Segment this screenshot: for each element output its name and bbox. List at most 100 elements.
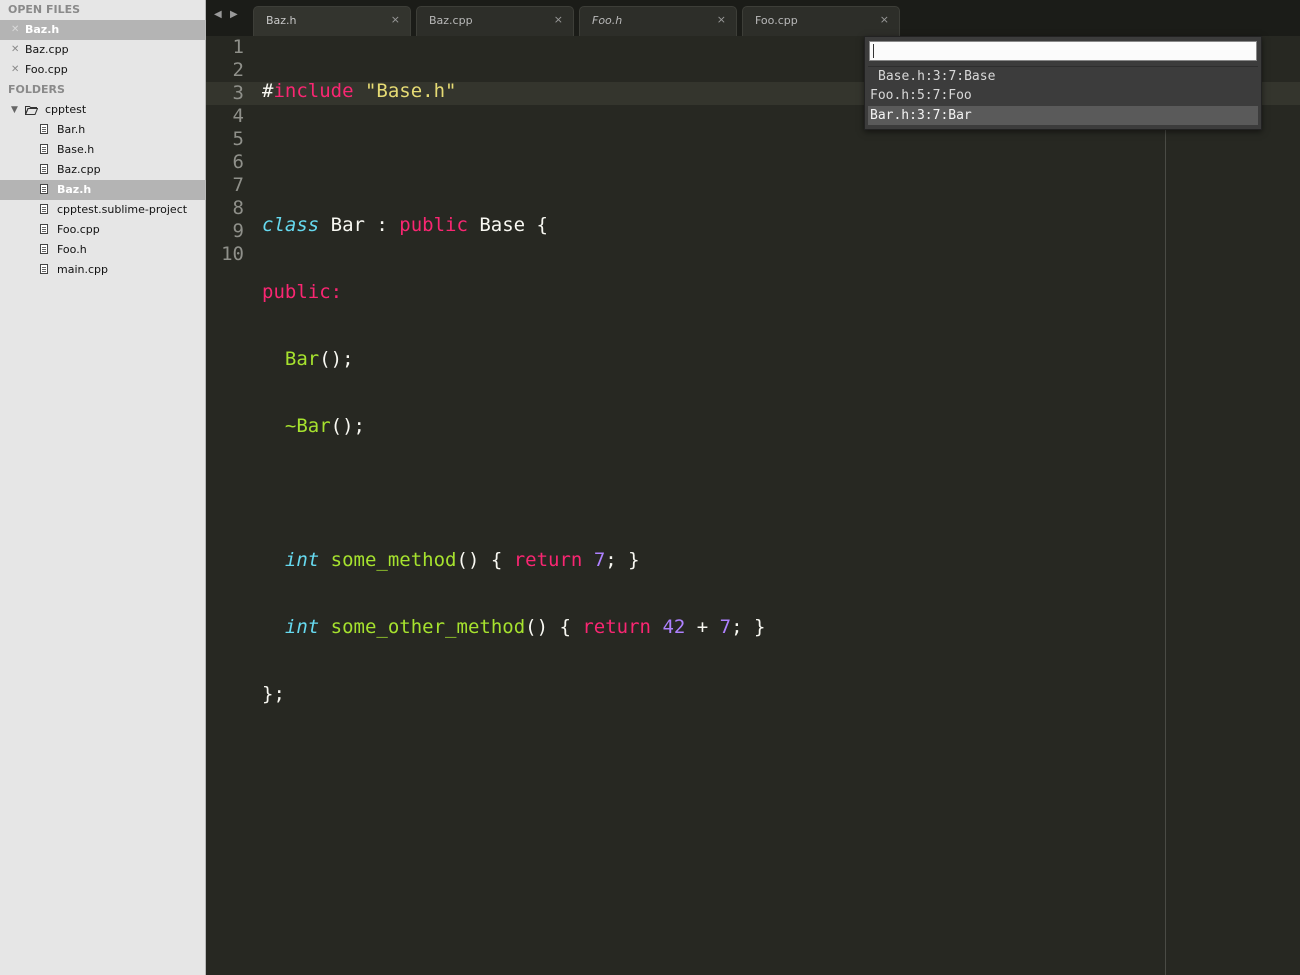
- line-number-gutter: 1 2 3 4 5 6 7 8 9 10: [206, 36, 250, 266]
- token-storage: int: [284, 549, 320, 571]
- code-line-6: ~Bar();: [262, 415, 765, 438]
- line-number: 8: [232, 197, 244, 219]
- open-file-label: Foo.cpp: [25, 63, 68, 76]
- file-icon: [40, 244, 48, 254]
- goto-symbol-result[interactable]: Foo.h:5:7:Foo: [868, 86, 1258, 105]
- token: ();: [319, 348, 354, 370]
- token-keyword: public: [399, 214, 468, 236]
- open-file-foo-cpp[interactable]: ✕ Foo.cpp: [0, 60, 205, 80]
- folder-file-baz-cpp[interactable]: Baz.cpp: [0, 160, 205, 180]
- file-label: cpptest.sublime-project: [57, 203, 188, 216]
- line-number: 2: [232, 59, 244, 81]
- folder-file-main-cpp[interactable]: main.cpp: [0, 260, 205, 280]
- line-number: 6: [232, 151, 244, 173]
- tab-foo-h[interactable]: Foo.h ×: [579, 6, 737, 36]
- code-editor[interactable]: 1 2 3 4 5 6 7 8 9 10 #include "Base.h" c…: [206, 36, 1300, 975]
- open-file-baz-cpp[interactable]: ✕ Baz.cpp: [0, 40, 205, 60]
- code-line-3: class Bar : public Base {: [262, 214, 765, 237]
- tab-foo-cpp[interactable]: Foo.cpp ×: [742, 6, 900, 36]
- token-function: ~Bar: [284, 415, 331, 437]
- tab-close-icon[interactable]: ×: [554, 13, 563, 26]
- folder-file-foo-cpp[interactable]: Foo.cpp: [0, 220, 205, 240]
- code-line-10: };: [262, 683, 765, 706]
- token: ; }: [731, 616, 766, 638]
- code-line-5: Bar();: [262, 348, 765, 371]
- close-file-icon[interactable]: ✕: [11, 40, 19, 60]
- token: };: [262, 683, 285, 705]
- tab-bar: ◀ ▶ Baz.h × Baz.cpp × Foo.h × Foo.cpp ×: [206, 0, 1300, 37]
- file-icon: [40, 164, 48, 174]
- disclosure-triangle-icon[interactable]: ▼: [11, 100, 18, 120]
- token-function: Bar: [284, 348, 320, 370]
- token-string: "Base.h": [364, 80, 457, 102]
- token: ; }: [605, 549, 640, 571]
- nav-back-icon[interactable]: ◀: [214, 9, 222, 20]
- token: () {: [456, 549, 514, 571]
- token: #: [262, 80, 274, 102]
- token-number: 7: [719, 616, 732, 638]
- open-file-baz-h[interactable]: ✕ Baz.h: [0, 20, 205, 40]
- goto-symbol-input[interactable]: [869, 41, 1257, 61]
- open-file-label: Baz.cpp: [25, 43, 69, 56]
- tab-label: Foo.h: [592, 14, 623, 27]
- sidebar: OPEN FILES ✕ Baz.h ✕ Baz.cpp ✕ Foo.cpp F…: [0, 0, 206, 975]
- folder-file-cpptest-sublime-project[interactable]: cpptest.sublime-project: [0, 200, 205, 220]
- token: ();: [330, 415, 365, 437]
- file-icon: [40, 144, 48, 154]
- token-number: 7: [593, 549, 606, 571]
- token: +: [685, 616, 720, 638]
- nav-forward-icon[interactable]: ▶: [230, 9, 238, 20]
- folder-file-base-h[interactable]: Base.h: [0, 140, 205, 160]
- folder-cpptest[interactable]: ▼ cpptest: [0, 100, 205, 120]
- token-function: some_method: [330, 549, 457, 571]
- tab-close-icon[interactable]: ×: [717, 13, 726, 26]
- file-icon: [40, 204, 48, 214]
- line-number: 5: [232, 128, 244, 150]
- open-files-header: OPEN FILES: [8, 3, 81, 16]
- file-label: Bar.h: [57, 123, 86, 136]
- line-number: 7: [232, 174, 244, 196]
- close-file-icon[interactable]: ✕: [11, 20, 19, 40]
- folder-file-bar-h[interactable]: Bar.h: [0, 120, 205, 140]
- file-label: Baz.h: [57, 183, 92, 196]
- code-line-8: int some_method() { return 7; }: [262, 549, 765, 572]
- file-icon: [40, 184, 48, 194]
- file-icon: [40, 224, 48, 234]
- code-line-9: int some_other_method() { return 42 + 7;…: [262, 616, 766, 639]
- goto-symbol-result-selected[interactable]: Bar.h:3:7:Bar: [868, 106, 1258, 125]
- tab-label: Foo.cpp: [755, 14, 798, 27]
- folders-header: FOLDERS: [8, 83, 65, 96]
- token-keyword: public:: [262, 281, 343, 303]
- folder-file-baz-h[interactable]: Baz.h: [0, 180, 205, 200]
- goto-symbol-result[interactable]: Base.h:3:7:Base: [868, 66, 1258, 85]
- token-keyword: return: [582, 616, 651, 638]
- code-line-1: #include "Base.h": [262, 80, 765, 103]
- token-keyword: return: [513, 549, 583, 571]
- tab-baz-h[interactable]: Baz.h ×: [253, 6, 411, 36]
- close-file-icon[interactable]: ✕: [11, 60, 19, 80]
- file-label: Foo.cpp: [57, 223, 100, 236]
- token-function: some_other_method: [330, 616, 526, 638]
- tab-close-icon[interactable]: ×: [880, 13, 889, 26]
- file-label: Base.h: [57, 143, 95, 156]
- token-number: 42: [662, 616, 686, 638]
- text-caret: [873, 44, 874, 58]
- token: Base {: [467, 214, 548, 236]
- token-keyword: include: [273, 80, 354, 102]
- tab-baz-cpp[interactable]: Baz.cpp ×: [416, 6, 574, 36]
- token-storage: class: [262, 214, 320, 236]
- file-icon: [40, 264, 48, 274]
- token: Bar :: [319, 214, 400, 236]
- folder-file-foo-h[interactable]: Foo.h: [0, 240, 205, 260]
- tab-close-icon[interactable]: ×: [391, 13, 400, 26]
- code-line-4: public:: [262, 281, 765, 304]
- code-text-area[interactable]: #include "Base.h" class Bar : public Bas…: [262, 36, 765, 750]
- folder-open-icon: [25, 106, 38, 115]
